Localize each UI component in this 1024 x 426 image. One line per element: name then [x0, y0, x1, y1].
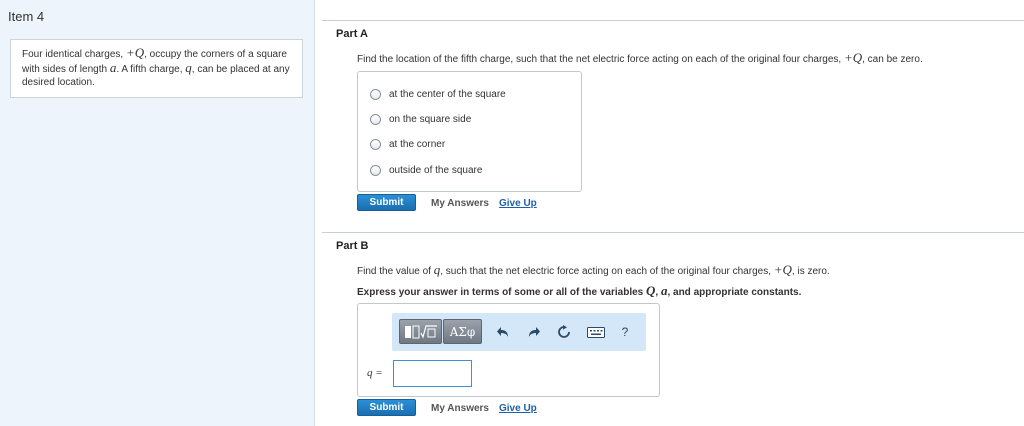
choice-label: on the square side [389, 113, 472, 125]
math-charge-Q: +Q [773, 262, 792, 277]
prompt-text: , is zero. [791, 266, 830, 277]
part-b-submit-button[interactable]: Submit [357, 399, 416, 416]
instruction-text: , and appropriate constants. [667, 287, 802, 298]
answer-label: q = [367, 367, 383, 379]
redo-icon[interactable] [525, 323, 543, 341]
problem-sidebar: Item 4 Four identical charges, +Q, occup… [0, 0, 315, 426]
radio-button[interactable] [370, 113, 381, 125]
math-charge-Q: +Q [843, 50, 863, 65]
prompt-text: , such that the net electric force actin… [440, 266, 774, 277]
choice-corner[interactable]: at the corner [370, 137, 445, 151]
sqrt-template-icon [404, 324, 437, 339]
part-a-label: Part A [336, 28, 368, 40]
math-charge-Q: +Q [125, 45, 145, 60]
radio-button[interactable] [370, 88, 381, 100]
answer-input[interactable] [393, 360, 472, 387]
symbols-button[interactable]: ΑΣφ [443, 319, 482, 344]
keyboard-icon[interactable] [585, 323, 607, 341]
part-a-submit-button[interactable]: Submit [357, 194, 416, 211]
choice-label: at the center of the square [389, 88, 506, 100]
item-title: Item 4 [8, 9, 45, 24]
undo-icon[interactable] [494, 323, 512, 341]
part-a-prompt: Find the location of the fifth charge, s… [357, 50, 923, 66]
prompt-text: Find the value of [357, 266, 434, 277]
choice-label: at the corner [389, 138, 446, 150]
prompt-text: Find the location of the fifth charge, s… [357, 54, 844, 65]
reset-icon[interactable] [555, 323, 573, 341]
choice-outside[interactable]: outside of the square [370, 163, 482, 177]
math-toolbar: ΑΣφ ? [392, 313, 646, 351]
part-b-label: Part B [336, 240, 369, 252]
math-charge-Q: Q [646, 283, 656, 298]
part-a-choices: at the center of the square on the squar… [357, 71, 582, 192]
part-a-divider [322, 20, 1024, 21]
part-b-prompt: Find the value of q, such that the net e… [357, 262, 830, 278]
part-b-give-up-link[interactable]: Give Up [499, 403, 537, 414]
part-a-give-up-link[interactable]: Give Up [499, 198, 537, 209]
problem-text: . A fifth charge, [116, 64, 186, 75]
choice-side[interactable]: on the square side [370, 112, 471, 126]
part-b-answer-box: ΑΣφ ? q = [357, 303, 660, 397]
templates-button[interactable] [399, 319, 442, 344]
problem-text: Four identical charges, [22, 49, 126, 60]
math-answer-label: q = [367, 367, 383, 379]
instruction-text: Express your answer in terms of some or … [357, 287, 646, 298]
radio-button[interactable] [370, 164, 381, 176]
part-b-instructions: Express your answer in terms of some or … [357, 283, 801, 299]
help-button[interactable]: ? [618, 323, 632, 341]
radio-button[interactable] [370, 138, 381, 150]
problem-statement: Four identical charges, +Q, occupy the c… [10, 39, 303, 98]
prompt-text: , can be zero. [862, 54, 923, 65]
part-b-my-answers-link[interactable]: My Answers [431, 403, 489, 414]
choice-label: outside of the square [389, 164, 483, 176]
part-b-divider [322, 232, 1024, 233]
choice-center[interactable]: at the center of the square [370, 87, 506, 101]
part-a-my-answers-link[interactable]: My Answers [431, 198, 489, 209]
